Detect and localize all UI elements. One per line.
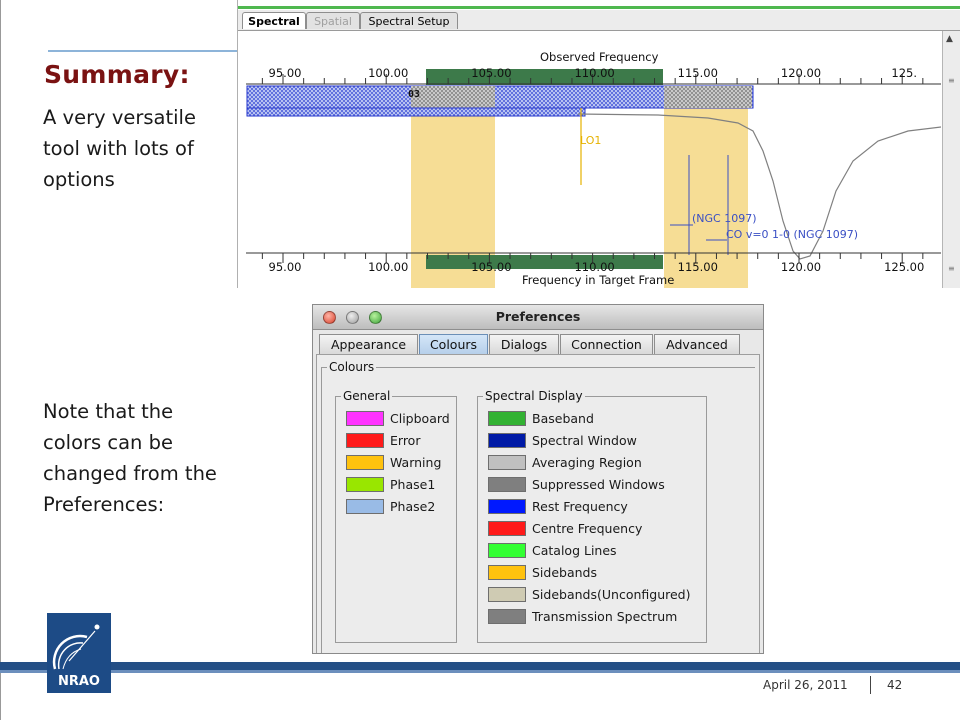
tab-connection[interactable]: Connection [560, 334, 653, 354]
colour-label: Catalog Lines [532, 543, 617, 558]
colour-swatch[interactable] [488, 455, 526, 470]
tab-spectral[interactable]: Spectral [242, 12, 306, 29]
tick-label: 110.00 [574, 260, 614, 274]
tick-label: 105.00 [471, 260, 511, 274]
preferences-tabs: Appearance Colours Dialogs Connection Ad… [313, 329, 763, 355]
colour-swatch[interactable] [488, 477, 526, 492]
tick-label: 100.00 [368, 260, 408, 274]
logo-text: NRAO [58, 674, 100, 689]
general-group-label: General [341, 389, 393, 403]
colour-label: Centre Frequency [532, 521, 643, 536]
preferences-panel: Colours General Clipboard Error Warning Pha… [316, 354, 760, 653]
tick-label: 120.00 [781, 66, 821, 80]
colour-swatch[interactable] [488, 565, 526, 580]
colour-label: Averaging Region [532, 455, 642, 470]
averaging-region-1 [411, 86, 495, 108]
slide-title: Summary: [44, 60, 190, 89]
colour-swatch[interactable] [488, 543, 526, 558]
preferences-titlebar[interactable]: Preferences [313, 305, 763, 330]
spectral-tabs: Spectral Spatial Spectral Setup [238, 10, 960, 31]
window-title: Preferences [495, 309, 581, 324]
footer-date: April 26, 2011 [763, 678, 848, 692]
scroll-grip-icon: ≡ [948, 76, 955, 85]
title-rule [48, 50, 238, 52]
colour-label: Sidebands(Unconfigured) [532, 587, 691, 602]
colour-swatch[interactable] [346, 477, 384, 492]
lo-label: LO1 [580, 134, 601, 147]
colour-label: Spectral Window [532, 433, 637, 448]
tick-label: 95.00 [269, 260, 302, 274]
scroll-grip-icon-2: ≡ [948, 264, 955, 273]
tab-dialogs[interactable]: Dialogs [489, 334, 559, 354]
page-number: 42 [887, 678, 903, 692]
scroll-up-icon[interactable]: ▲ [946, 34, 953, 44]
tick-label: 115.00 [678, 260, 718, 274]
summary-text: A very versatile tool with lots of optio… [43, 106, 196, 191]
tick-label: 95.00 [269, 66, 302, 80]
window-label: 03 [408, 89, 420, 100]
colour-swatch[interactable] [488, 521, 526, 536]
tab-spectral-setup[interactable]: Spectral Setup [360, 12, 458, 29]
baseband-bottom [426, 255, 663, 269]
averaging-region-2 [664, 86, 752, 108]
colour-label: Phase2 [390, 499, 436, 514]
colour-swatch[interactable] [488, 499, 526, 514]
colour-swatch[interactable] [488, 411, 526, 426]
colour-label: Sidebands [532, 565, 597, 580]
top-axis-label: Observed Frequency [540, 50, 659, 64]
catalog-label-1: (NGC 1097) [692, 212, 757, 225]
general-group: General Clipboard Error Warning Phase1 Phase… [335, 389, 457, 643]
vertical-scrollbar[interactable]: ▲ ≡ ≡ [942, 31, 960, 288]
colour-label: Rest Frequency [532, 499, 628, 514]
spectral-plot[interactable]: 03 LO1 (NGC 1097) CO v=0 1-0 (NGC 1097) … [238, 31, 941, 288]
colour-label: Error [390, 433, 421, 448]
preferences-dialog: Preferences Appearance Colours Dialogs C… [312, 304, 764, 654]
tab-colours[interactable]: Colours [419, 334, 488, 354]
tick-label: 115.00 [678, 66, 718, 80]
tick-label: 120.00 [781, 260, 821, 274]
bottom-axis-label: Frequency in Target Frame [522, 273, 674, 287]
footer-separator [870, 676, 871, 694]
colour-label: Baseband [532, 411, 594, 426]
spectral-display-group: Spectral Display Baseband Spectral Window… [477, 389, 707, 643]
colours-group-label: Colours [327, 360, 377, 374]
tick-label: 125.00 [884, 260, 924, 274]
colour-swatch[interactable] [346, 433, 384, 448]
colour-swatch[interactable] [346, 499, 384, 514]
tick-label: 125. [891, 66, 917, 80]
preferences-note-text: Note that the colors can be changed from… [43, 400, 217, 516]
tick-label: 105.00 [471, 66, 511, 80]
spectral-display-window: Spectral Spatial Spectral Setup 03 LO1 (… [237, 0, 960, 288]
colour-label: Suppressed Windows [532, 477, 665, 492]
window-top-bar [238, 6, 960, 9]
tick-label: 100.00 [368, 66, 408, 80]
colour-label: Clipboard [390, 411, 450, 426]
colour-swatch[interactable] [488, 433, 526, 448]
slide-left-border [0, 0, 1, 720]
colour-label: Warning [390, 455, 442, 470]
spectral-display-group-label: Spectral Display [483, 389, 585, 403]
baseband-top [426, 69, 663, 85]
colour-swatch[interactable] [346, 411, 384, 426]
top-axis-ticks: 95.00 100.00 105.00 110.00 115.00 120.00 125. [261, 66, 924, 84]
colour-swatch[interactable] [488, 587, 526, 602]
colour-swatch[interactable] [488, 609, 526, 624]
tab-spatial[interactable]: Spatial [306, 12, 360, 29]
colour-label: Phase1 [390, 477, 436, 492]
footer-band-accent [0, 670, 960, 673]
colour-swatch[interactable] [346, 455, 384, 470]
footer-band [0, 662, 960, 670]
catalog-label-2: CO v=0 1-0 (NGC 1097) [726, 228, 858, 241]
nrao-logo: NRAO [47, 613, 111, 693]
tab-advanced[interactable]: Advanced [654, 334, 740, 354]
tab-appearance[interactable]: Appearance [319, 334, 418, 354]
colour-label: Transmission Spectrum [532, 609, 678, 624]
tick-label: 110.00 [574, 66, 614, 80]
spectral-window-band-2 [246, 107, 586, 117]
